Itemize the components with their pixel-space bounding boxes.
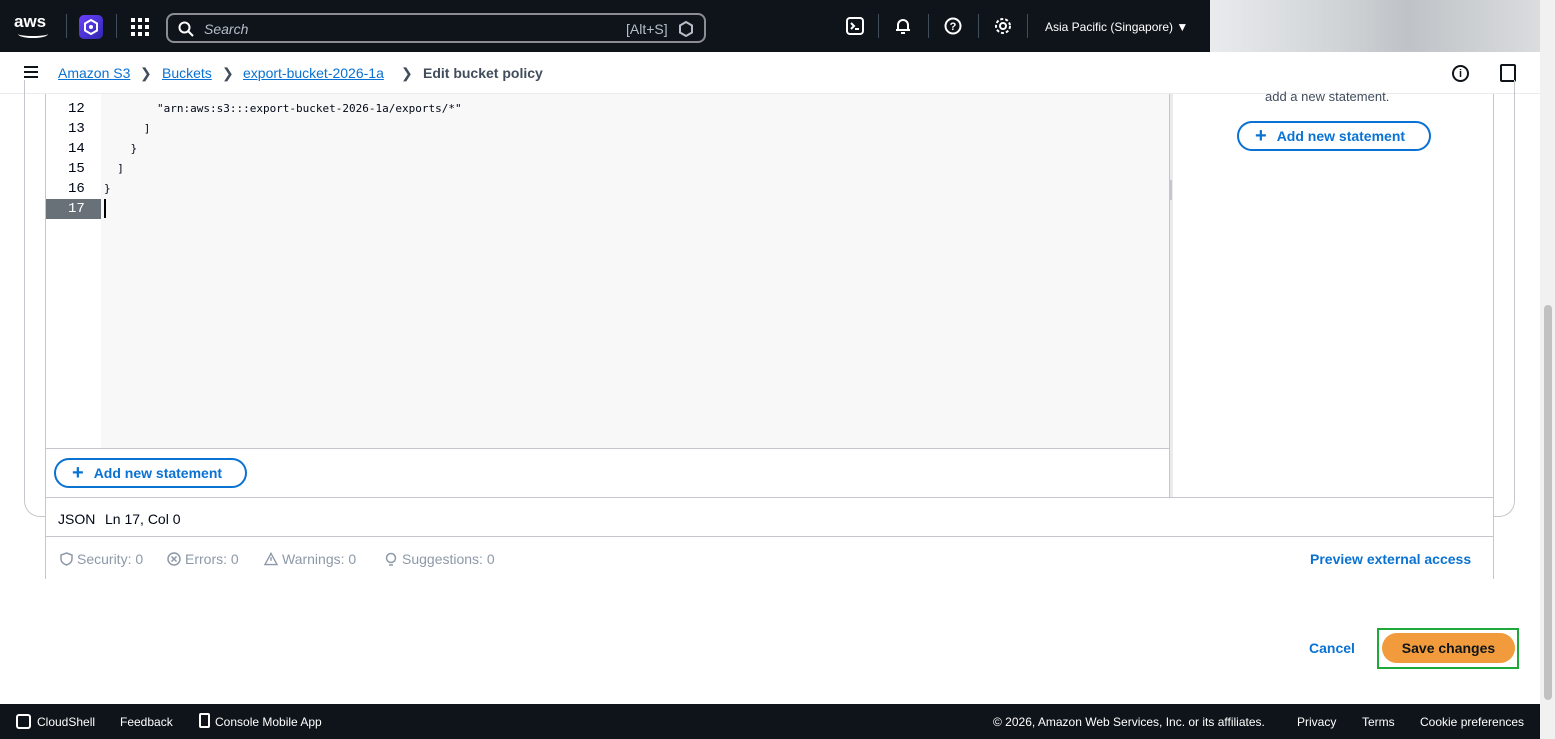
validation-bar: Security: 0 Errors: 0 Warnings: 0 Sugges… — [46, 537, 1493, 579]
breadcrumb-current: Edit bucket policy — [423, 65, 543, 81]
search-input[interactable]: Search [Alt+S] — [166, 13, 706, 43]
footer-mobile-app[interactable]: Console Mobile App — [215, 715, 322, 729]
save-changes-button[interactable]: Save changes — [1382, 633, 1515, 663]
top-navigation: aws Search [Alt+S] ? Asia Pacific (Singa… — [0, 0, 1210, 52]
scrollbar-thumb[interactable] — [1544, 305, 1552, 700]
footer-cloudshell[interactable]: CloudShell — [37, 715, 95, 729]
aws-logo-text: aws — [14, 12, 47, 31]
add-new-statement-button[interactable]: + Add new statement — [54, 458, 247, 488]
code-line: ] — [104, 162, 124, 175]
mobile-app-icon — [199, 713, 210, 728]
shield-icon — [59, 552, 73, 566]
resize-handle[interactable] — [1169, 180, 1172, 200]
lightbulb-icon — [384, 552, 398, 566]
code-line: } — [104, 182, 111, 195]
help-icon[interactable]: ? — [943, 16, 963, 36]
line-number: 15 — [68, 161, 85, 177]
text-cursor — [104, 199, 106, 218]
footer-feedback[interactable]: Feedback — [120, 715, 173, 729]
code-editor[interactable] — [101, 94, 1169, 448]
services-grid-icon[interactable] — [131, 18, 149, 36]
cursor-position: Ln 17, Col 0 — [105, 511, 181, 527]
app-switcher-icon[interactable] — [79, 15, 103, 39]
aws-smile-icon — [18, 30, 48, 38]
divider — [978, 14, 979, 38]
code-line: } — [104, 142, 138, 155]
search-icon — [178, 21, 194, 37]
breadcrumb-buckets[interactable]: Buckets — [162, 65, 212, 81]
search-placeholder: Search — [204, 21, 249, 37]
amazon-q-icon — [679, 21, 693, 37]
security-count[interactable]: Security: 0 — [59, 551, 143, 567]
plus-icon: + — [1255, 125, 1267, 147]
line-number: 14 — [68, 141, 85, 157]
add-new-statement-button-side[interactable]: + Add new statement — [1237, 121, 1431, 151]
settings-gear-icon[interactable] — [993, 16, 1013, 36]
editor-mode: JSON — [58, 511, 96, 527]
cancel-button[interactable]: Cancel — [1309, 640, 1355, 656]
search-shortcut: [Alt+S] — [626, 21, 668, 37]
footer-privacy[interactable]: Privacy — [1297, 715, 1336, 729]
footer-copyright: © 2026, Amazon Web Services, Inc. or its… — [993, 715, 1265, 729]
warning-triangle-icon — [264, 552, 278, 566]
divider — [878, 14, 879, 38]
divider — [1027, 14, 1028, 38]
cloudshell-icon[interactable] — [845, 16, 865, 36]
footer-cookie-preferences[interactable]: Cookie preferences — [1420, 715, 1524, 729]
editor-status-bar: JSON Ln 17, Col 0 — [46, 497, 1493, 537]
code-line: "arn:aws:s3:::export-bucket-2026-1a/expo… — [104, 102, 462, 115]
line-number: 16 — [68, 181, 85, 197]
divider — [928, 14, 929, 38]
menu-icon[interactable] — [24, 66, 38, 78]
add-statement-label: Add new statement — [1276, 128, 1406, 144]
notifications-icon[interactable] — [893, 16, 913, 36]
footer-terms[interactable]: Terms — [1362, 715, 1395, 729]
breadcrumb-amazon-s3[interactable]: Amazon S3 — [58, 65, 130, 81]
add-statement-label: Add new statement — [93, 465, 223, 481]
footer: CloudShell Feedback Console Mobile App ©… — [0, 704, 1540, 739]
warnings-count[interactable]: Warnings: 0 — [264, 551, 356, 567]
line-number: 13 — [68, 121, 85, 137]
statement-side-panel — [1174, 94, 1493, 497]
line-number-active: 17 — [46, 199, 101, 219]
account-menu-blurred[interactable] — [1210, 0, 1540, 52]
suggestions-count[interactable]: Suggestions: 0 — [384, 551, 495, 567]
error-x-icon — [167, 552, 181, 566]
errors-count[interactable]: Errors: 0 — [167, 551, 239, 567]
divider — [116, 14, 117, 38]
side-panel-text: add a new statement. — [1265, 89, 1390, 104]
aws-logo[interactable]: aws — [14, 12, 54, 40]
line-number: 12 — [68, 101, 85, 117]
plus-icon: + — [72, 462, 84, 484]
editor-resize-divider[interactable] — [1169, 94, 1173, 497]
breadcrumb-bucket[interactable]: export-bucket-2026-1a — [243, 65, 384, 81]
svg-text:?: ? — [950, 21, 957, 33]
preview-external-access-link[interactable]: Preview external access — [1310, 551, 1471, 567]
divider — [66, 14, 67, 38]
region-selector[interactable]: Asia Pacific (Singapore) ▼ — [1045, 20, 1188, 34]
cloudshell-icon — [16, 714, 31, 729]
code-line: ] — [104, 122, 151, 135]
